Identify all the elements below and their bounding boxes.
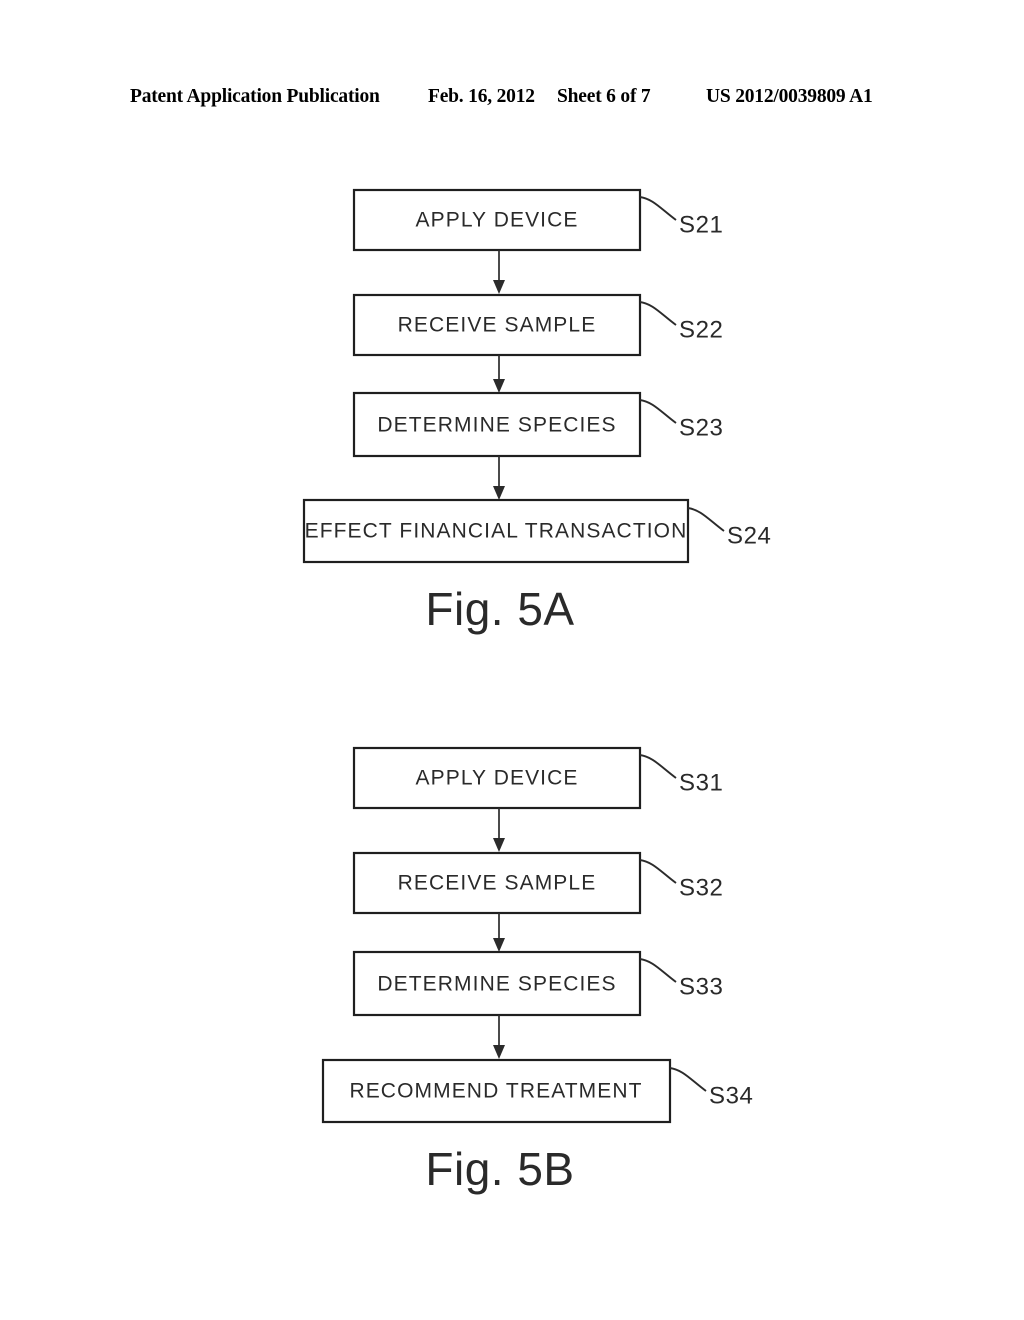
step-box-label: RECOMMEND TREATMENT [349,1080,642,1103]
flow-arrow [493,250,505,294]
step-box-label: APPLY DEVICE [416,209,579,232]
leader-line [639,958,677,983]
flow-arrow [493,1015,505,1059]
figure-5b-drawing: APPLY DEVICE S31 RECEIVE SAMPLE S32 DETE… [321,746,754,1195]
leader-line [639,399,677,424]
flow-arrow [493,355,505,393]
step-box-label: RECEIVE SAMPLE [398,314,597,337]
flow-step-box: RECEIVE SAMPLE [352,851,642,915]
arrow-head [493,486,505,500]
flow-arrow [493,913,505,952]
arrow-head [493,838,505,852]
step-box-label: DETERMINE SPECIES [377,414,616,437]
leader-line [639,754,677,779]
leader-line [639,196,677,221]
sheet-header: Patent Application Publication Feb. 16, … [0,86,1024,114]
reference-numeral: S24 [727,522,772,549]
figure-5a: APPLY DEVICE S21 RECEIVE SAMPLE S22 DETE… [0,170,1024,650]
step-box-label: RECEIVE SAMPLE [398,872,597,895]
reference-numeral: S23 [679,414,724,441]
figure-5b: APPLY DEVICE S31 RECEIVE SAMPLE S32 DETE… [0,730,1024,1210]
arrow-head [493,280,505,294]
flow-step-box: APPLY DEVICE [352,188,642,252]
figure-5a-drawing: APPLY DEVICE S21 RECEIVE SAMPLE S22 DETE… [302,188,772,635]
arrow-head [493,1045,505,1059]
reference-numeral: S31 [679,769,724,796]
leader-line [639,301,677,326]
header-publication-text: Patent Application Publication [130,86,380,107]
step-box-label: APPLY DEVICE [416,767,579,790]
header-sheet-text: Sheet 6 of 7 [557,86,651,107]
reference-numeral: S33 [679,973,724,1000]
arrow-head [493,938,505,952]
flow-step-box: DETERMINE SPECIES [352,950,642,1017]
flow-step-box: EFFECT FINANCIAL TRANSACTION [302,498,690,564]
step-box-label: EFFECT FINANCIAL TRANSACTION [305,520,688,543]
flow-arrow [493,808,505,852]
header-patent-number: US 2012/0039809 A1 [706,86,873,107]
flow-step-box: APPLY DEVICE [352,746,642,810]
figure-caption: Fig. 5A [425,583,574,635]
flow-step-box: RECOMMEND TREATMENT [321,1058,672,1124]
flow-step-box: DETERMINE SPECIES [352,391,642,458]
flow-step-box: RECEIVE SAMPLE [352,293,642,357]
header-date-text: Feb. 16, 2012 [428,86,535,107]
reference-numeral: S32 [679,874,724,901]
flow-arrow [493,456,505,500]
leader-line [687,507,725,532]
arrow-head [493,379,505,393]
figure-caption: Fig. 5B [425,1143,574,1195]
reference-numeral: S21 [679,211,724,238]
reference-numeral: S22 [679,316,724,343]
reference-numeral: S34 [709,1082,754,1109]
leader-line [639,859,677,884]
step-box-label: DETERMINE SPECIES [377,973,616,996]
leader-line [669,1067,707,1092]
